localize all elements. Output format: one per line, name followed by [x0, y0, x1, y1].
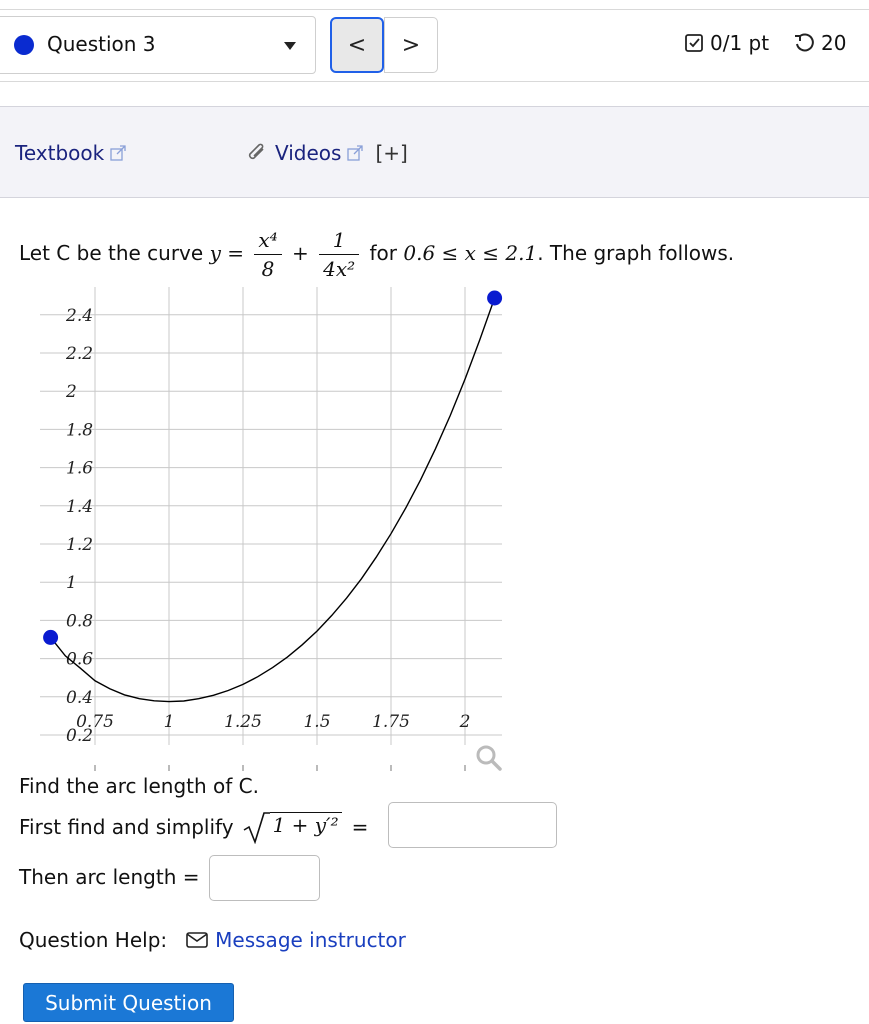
curve-endpoint — [487, 290, 503, 306]
checkbox-icon — [685, 34, 703, 52]
y-tick-label: 0.4 — [66, 688, 93, 708]
question-help-label: Question Help: — [19, 928, 168, 952]
domain-inequality: 0.6 ≤ x ≤ 2.1 — [403, 241, 538, 265]
attempts-text: 20 — [821, 31, 847, 55]
top-divider — [0, 9, 869, 10]
score-text: 0/1 pt — [710, 31, 770, 55]
equation-y: y = — [209, 241, 244, 265]
prompt-for: for — [369, 241, 398, 265]
first-step-label: First find and simplify — [19, 815, 234, 839]
y-tick-label: 1.6 — [66, 459, 93, 479]
y-tick-label: 2.2 — [65, 344, 93, 364]
sqrt-answer-input[interactable] — [388, 802, 557, 848]
function-graph[interactable]: 0.20.40.60.811.21.41.61.822.22.40.75 1 1.2… — [0, 275, 520, 775]
expand-videos-toggle[interactable]: [+] — [375, 141, 407, 165]
x-tick-label: 1.75 — [372, 712, 410, 732]
arc-length-label: Then arc length = — [19, 865, 200, 889]
find-arc-length-text: Find the arc length of C. — [19, 774, 259, 798]
plus-sign: + — [292, 241, 309, 265]
zoom-icon[interactable] — [476, 745, 502, 771]
submit-question-button[interactable]: Submit Question — [23, 983, 234, 1022]
equals-sign: = — [351, 815, 369, 839]
textbook-label: Textbook — [15, 141, 105, 165]
score-indicator: 0/1 pt — [684, 31, 769, 55]
videos-label: Videos — [275, 141, 342, 165]
x-tick-label: 1.25 — [224, 712, 262, 732]
function-curve — [50, 297, 496, 703]
first-step-text: First find and simplify 1 + y′² = — [19, 810, 368, 844]
y-tick-label: 1.4 — [66, 497, 93, 517]
prompt-lead: Let C be the curve — [19, 241, 204, 265]
y-tick-label: 2 — [65, 382, 77, 402]
resources-bar: Textbook Videos [+] — [0, 106, 869, 198]
external-link-icon — [110, 145, 126, 161]
previous-question-button[interactable]: < — [330, 17, 384, 73]
header-divider — [0, 81, 869, 82]
paperclip-icon — [248, 143, 264, 160]
message-instructor-link[interactable]: Message instructor — [215, 928, 406, 952]
y-tick-label: 1.2 — [66, 535, 93, 555]
textbook-link[interactable]: Textbook — [15, 141, 126, 165]
sqrt-expression: 1 + y′² — [269, 811, 342, 837]
question-status-dot — [14, 35, 34, 55]
x-tick-label: 1 — [164, 712, 175, 732]
x-tick-label: 0.75 — [76, 712, 114, 732]
envelope-icon — [186, 932, 208, 948]
curve-endpoint — [43, 629, 59, 645]
y-tick-label: 0.8 — [66, 611, 93, 631]
x-tick-label: 1.5 — [303, 712, 330, 732]
question-help: Question Help: Message instructor — [19, 928, 406, 952]
y-tick-label: 2.4 — [65, 306, 93, 326]
sqrt-symbol-icon — [243, 812, 270, 844]
fraction-numerator: 1 — [319, 226, 360, 255]
videos-link[interactable]: Videos [+] — [245, 141, 408, 165]
x-tick-label: 2 — [459, 712, 471, 732]
question-selector[interactable]: Question 3 — [0, 16, 316, 74]
arc-length-answer-input[interactable] — [209, 855, 320, 901]
next-question-button[interactable]: > — [384, 17, 438, 73]
attempts-indicator: 20 — [793, 31, 846, 55]
fraction-numerator: x⁴ — [254, 226, 282, 255]
y-tick-label: 1 — [66, 573, 77, 593]
y-tick-label: 1.8 — [66, 420, 93, 440]
retry-icon — [795, 33, 814, 52]
prompt-tail: . The graph follows. — [537, 241, 735, 265]
question-selector-label: Question 3 — [47, 32, 156, 56]
external-link-icon — [347, 145, 364, 161]
chevron-down-icon — [284, 42, 296, 50]
